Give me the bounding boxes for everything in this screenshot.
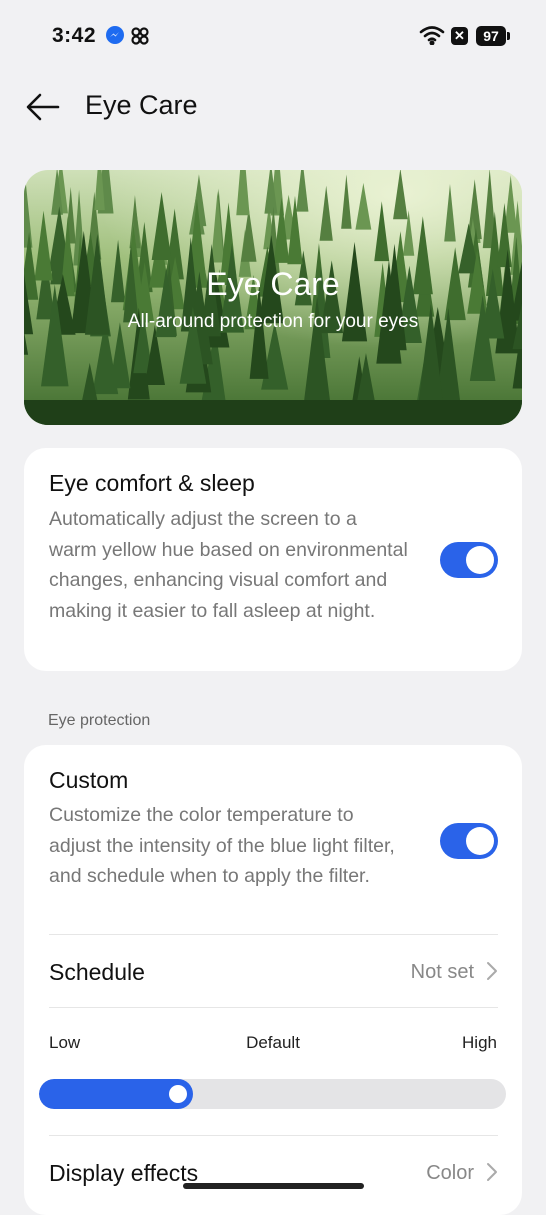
eye-comfort-toggle[interactable]: [440, 542, 498, 578]
status-bar: 3:42 ✕ 97: [0, 0, 546, 70]
battery-icon: 97: [476, 26, 506, 46]
chevron-right-icon: [487, 962, 497, 980]
app-header: Eye Care: [0, 80, 546, 136]
schedule-row[interactable]: Schedule Not set: [24, 935, 522, 1007]
eye-comfort-title: Eye comfort & sleep: [49, 470, 255, 496]
battery-tip: [507, 32, 510, 40]
back-button[interactable]: [24, 90, 62, 124]
slider-thumb[interactable]: [169, 1085, 187, 1103]
messenger-icon: [106, 26, 124, 44]
x-app-icon: ✕: [451, 27, 468, 45]
schedule-value: Not set: [410, 961, 474, 983]
display-effects-row[interactable]: Display effects Color: [24, 1136, 522, 1208]
slider-high-label: High: [462, 1033, 497, 1052]
hero-title: Eye Care: [206, 266, 340, 302]
wifi-icon: [419, 25, 445, 50]
slider-default-label: Default: [246, 1033, 300, 1052]
toggle-knob: [466, 827, 494, 855]
status-time: 3:42: [52, 24, 97, 47]
display-effects-value: Color: [426, 1162, 474, 1184]
eye-protection-card: Custom Customize the color temperature t…: [24, 745, 522, 1215]
hero-subtitle: All-around protection for your eyes: [127, 311, 419, 332]
arrow-left-icon: [26, 93, 60, 121]
custom-description: Customize the color temperature to adjus…: [49, 804, 395, 887]
hero-banner: Eye Care All-around protection for your …: [24, 170, 522, 425]
custom-toggle[interactable]: [440, 823, 498, 859]
custom-title: Custom: [49, 767, 129, 793]
pinwheel-icon: [130, 26, 150, 51]
intensity-slider[interactable]: [39, 1079, 506, 1109]
section-label-eye-protection: Eye protection: [48, 712, 151, 729]
divider: [49, 1007, 498, 1008]
toggle-knob: [466, 546, 494, 574]
chevron-right-icon: [487, 1163, 497, 1181]
page-title: Eye Care: [85, 90, 198, 120]
eye-comfort-description: Automatically adjust the screen to a war…: [49, 508, 408, 622]
display-effects-label: Display effects: [49, 1160, 199, 1186]
schedule-label: Schedule: [49, 959, 145, 985]
eye-comfort-card: Eye comfort & sleep Automatically adjust…: [24, 448, 522, 671]
home-indicator[interactable]: [183, 1183, 364, 1189]
